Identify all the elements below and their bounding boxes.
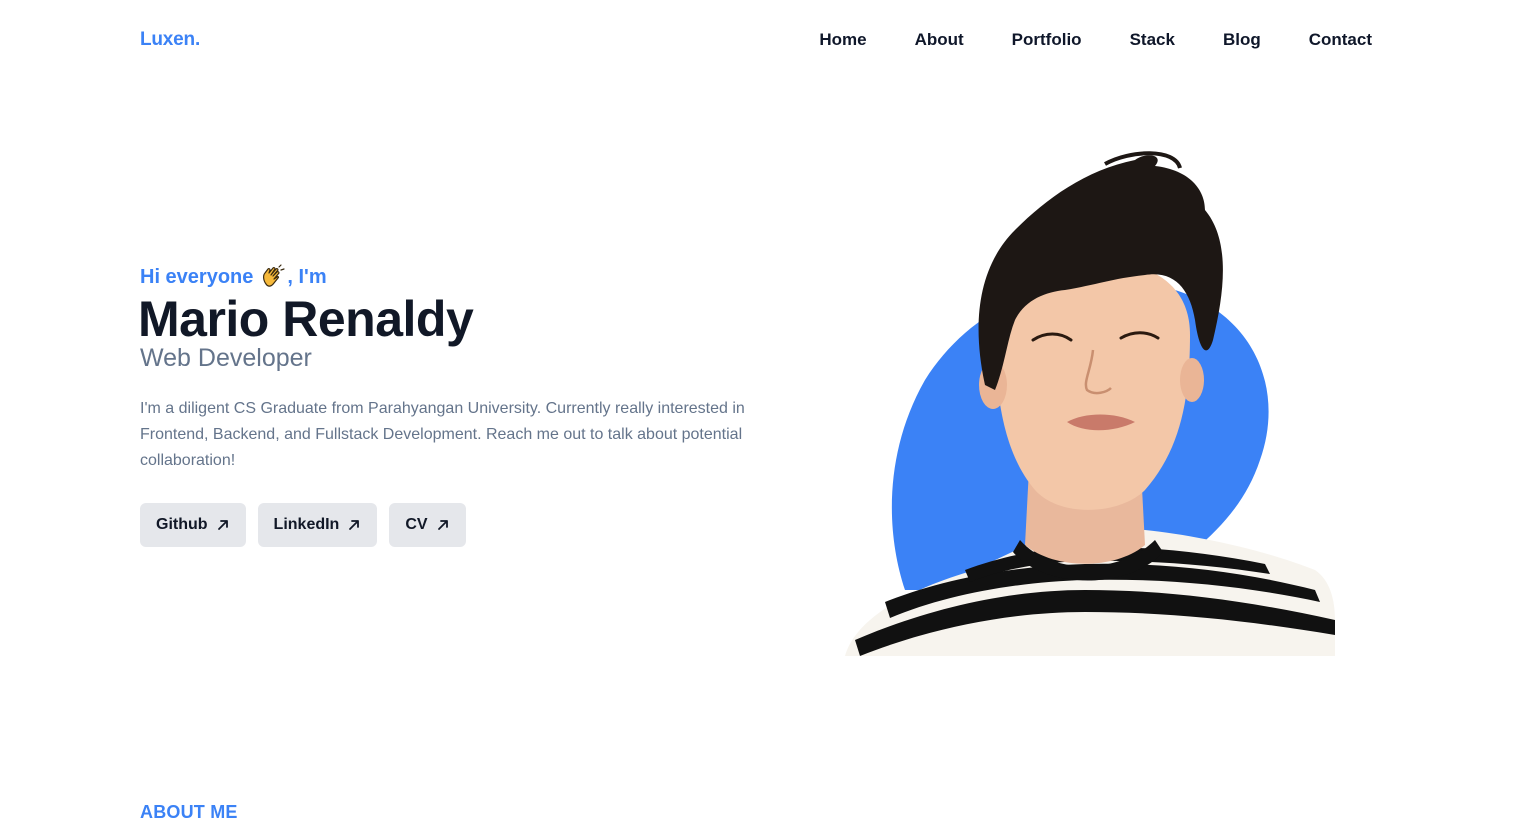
cv-button[interactable]: CV <box>389 503 466 547</box>
hero-name: Mario Renaldy <box>138 291 474 347</box>
hero-buttons: Github LinkedIn CV <box>140 503 466 547</box>
waving-hand-icon <box>263 264 285 287</box>
about-section-label: ABOUT ME <box>140 802 238 822</box>
greeting-suffix: , I'm <box>287 265 327 288</box>
greeting-text: Hi everyone <box>140 265 254 288</box>
main-nav: Home About Portfolio Stack Blog Contact <box>819 30 1372 50</box>
nav-item-contact[interactable]: Contact <box>1309 30 1372 50</box>
page: Luxen. Home About Portfolio Stack Blog C… <box>0 0 1536 832</box>
arrow-up-right-icon <box>437 520 448 530</box>
cv-button-label: CV <box>405 516 428 533</box>
nav-item-blog[interactable]: Blog <box>1223 30 1261 50</box>
profile-photo <box>845 151 1335 656</box>
nav-item-about[interactable]: About <box>915 30 964 50</box>
hero-bio: I'm a diligent CS Graduate from Parahyan… <box>140 400 745 469</box>
nav-item-portfolio[interactable]: Portfolio <box>1012 30 1082 50</box>
github-button[interactable]: Github <box>140 503 246 547</box>
nav-item-home[interactable]: Home <box>819 30 866 50</box>
github-button-label: Github <box>156 516 208 533</box>
brand-logo[interactable]: Luxen. <box>140 29 200 51</box>
linkedin-button[interactable]: LinkedIn <box>257 503 378 547</box>
arrow-up-right-icon <box>217 520 228 530</box>
hero-role: Web Developer <box>140 344 312 372</box>
linkedin-button-label: LinkedIn <box>273 516 340 533</box>
arrow-up-right-icon <box>349 520 360 530</box>
nav-item-stack[interactable]: Stack <box>1130 30 1175 50</box>
hero-greeting: Hi everyone , I'm <box>140 264 327 290</box>
